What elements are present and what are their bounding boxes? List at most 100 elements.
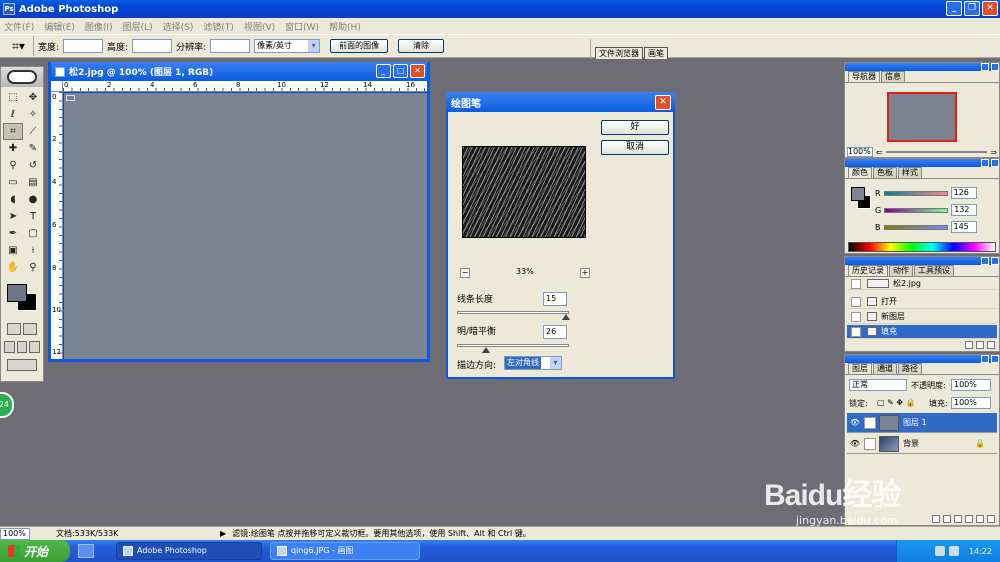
task-photoshop[interactable]: Adobe Photoshop bbox=[116, 542, 262, 560]
dialog-close-button[interactable]: ✕ bbox=[655, 95, 671, 110]
notes-tool-icon[interactable]: ▣ bbox=[3, 242, 23, 259]
layer-row-selected[interactable]: 👁 ✎ 图层 1 bbox=[847, 413, 997, 433]
adobe-eye-icon[interactable] bbox=[7, 70, 37, 84]
history-snapshot[interactable]: 松2.jpg bbox=[847, 278, 997, 290]
type-tool-icon[interactable]: T bbox=[23, 208, 43, 225]
menu-filter[interactable]: 滤镜(T) bbox=[203, 20, 234, 33]
clear-button[interactable]: 清除 bbox=[398, 39, 445, 53]
trash-icon[interactable] bbox=[987, 341, 995, 349]
tab-paths[interactable]: 路径 bbox=[898, 363, 922, 374]
history-source-checkbox[interactable] bbox=[851, 326, 861, 337]
tab-styles[interactable]: 样式 bbox=[898, 167, 922, 178]
foreground-color-swatch[interactable] bbox=[7, 284, 27, 302]
menu-view[interactable]: 视图(V) bbox=[244, 20, 275, 33]
palette-minimize-button[interactable] bbox=[981, 63, 989, 71]
history-source-checkbox[interactable] bbox=[851, 296, 861, 307]
visibility-eye-icon[interactable]: 👁 bbox=[849, 439, 861, 448]
screen-mode-3-icon[interactable] bbox=[29, 341, 41, 353]
menu-layer[interactable]: 图层(L) bbox=[123, 20, 153, 33]
menu-window[interactable]: 窗口(W) bbox=[285, 20, 319, 33]
eyedropper-tool-icon[interactable]: ⟊ bbox=[23, 242, 43, 259]
lasso-tool-icon[interactable]: ℓ bbox=[3, 106, 23, 123]
screen-mode-2-icon[interactable] bbox=[16, 341, 28, 353]
stroke-length-slider[interactable] bbox=[457, 311, 570, 320]
red-input[interactable]: 126 bbox=[950, 187, 977, 199]
history-item[interactable]: 打开 bbox=[847, 295, 997, 309]
vertical-ruler[interactable]: 0 2 4 6 8 10 12 bbox=[51, 92, 63, 359]
slice-tool-icon[interactable]: ⟋ bbox=[23, 123, 43, 140]
blend-mode-select[interactable]: 正常 bbox=[849, 379, 907, 391]
zoom-out-button[interactable]: − bbox=[460, 268, 470, 278]
visibility-eye-icon[interactable]: 👁 bbox=[849, 418, 861, 427]
color-spectrum[interactable] bbox=[848, 242, 996, 252]
navigator-zoom-input[interactable]: 100% bbox=[847, 147, 873, 157]
stamp-tool-icon[interactable]: ⚲ bbox=[3, 157, 23, 174]
zoom-out-icon[interactable]: ⇐ bbox=[876, 148, 883, 157]
menu-select[interactable]: 选择(S) bbox=[163, 20, 194, 33]
fill-input[interactable]: 100% bbox=[951, 397, 991, 409]
hand-tool-icon[interactable]: ✋ bbox=[3, 259, 23, 276]
task-paint[interactable]: qing6.JPG - 画图 bbox=[270, 542, 420, 560]
palette-close-button[interactable] bbox=[991, 63, 999, 71]
green-input[interactable]: 132 bbox=[951, 204, 978, 216]
filter-preview[interactable] bbox=[462, 146, 586, 238]
jump-to-imageready-icon[interactable] bbox=[7, 359, 37, 371]
history-source-checkbox[interactable] bbox=[851, 278, 861, 289]
lock-icons[interactable]: ▢ ✎ ✥ 🔒 bbox=[877, 398, 916, 407]
ruler-origin[interactable] bbox=[51, 81, 63, 92]
play-arrow-icon[interactable]: ▶ bbox=[220, 529, 226, 538]
zoom-in-icon[interactable]: ⇒ bbox=[990, 148, 997, 157]
healing-tool-icon[interactable]: ✚ bbox=[3, 140, 23, 157]
menu-help[interactable]: 帮助(H) bbox=[329, 20, 361, 33]
layer-link-icon[interactable] bbox=[864, 437, 876, 450]
navigator-preview[interactable] bbox=[887, 92, 957, 142]
gradient-tool-icon[interactable]: ▤ bbox=[23, 174, 43, 191]
tab-actions[interactable]: 动作 bbox=[889, 265, 913, 276]
light-dark-balance-slider[interactable] bbox=[457, 344, 569, 353]
standard-mode-icon[interactable] bbox=[7, 323, 21, 335]
zoom-tool-icon[interactable]: ⚲ bbox=[23, 259, 43, 276]
side-badge[interactable]: 24 bbox=[0, 392, 14, 418]
document-minimize-button[interactable]: _ bbox=[376, 64, 391, 78]
blue-input[interactable]: 145 bbox=[950, 221, 977, 233]
eraser-tool-icon[interactable]: ▭ bbox=[3, 174, 23, 191]
new-snapshot-icon[interactable] bbox=[976, 341, 984, 349]
stroke-direction-select[interactable]: 左对角线 bbox=[504, 356, 562, 370]
blur-tool-icon[interactable]: ◖ bbox=[3, 191, 23, 208]
path-select-tool-icon[interactable]: ➤ bbox=[3, 208, 23, 225]
document-canvas[interactable] bbox=[64, 93, 427, 359]
palette-minimize-button[interactable] bbox=[981, 355, 989, 363]
quick-launch-icon[interactable] bbox=[78, 544, 94, 558]
menu-image[interactable]: 图像(I) bbox=[85, 20, 113, 33]
navigator-zoom-slider[interactable] bbox=[885, 151, 988, 153]
red-slider[interactable] bbox=[883, 190, 948, 196]
crop-tool-icon[interactable]: ⌗▾ bbox=[4, 36, 34, 56]
menu-edit[interactable]: 编辑(E) bbox=[44, 20, 75, 33]
light-dark-balance-input[interactable]: 26 bbox=[543, 325, 567, 339]
green-slider[interactable] bbox=[884, 207, 949, 213]
stroke-length-input[interactable]: 15 bbox=[543, 292, 567, 306]
tab-navigator[interactable]: 导航器 bbox=[848, 71, 880, 82]
network-icon[interactable] bbox=[934, 546, 945, 556]
layer-brush-icon[interactable]: ✎ bbox=[864, 416, 876, 429]
tab-layers[interactable]: 图层 bbox=[848, 363, 872, 374]
document-maximize-button[interactable]: □ bbox=[393, 64, 408, 78]
tab-channels[interactable]: 通道 bbox=[873, 363, 897, 374]
crop-tool-active-icon[interactable]: ⌗ bbox=[3, 123, 23, 140]
palette-minimize-button[interactable] bbox=[981, 159, 989, 167]
front-image-button[interactable]: 前面的图像 bbox=[330, 39, 389, 53]
unit-select[interactable]: 像素/英寸 bbox=[254, 39, 321, 53]
start-button[interactable]: 开始 bbox=[0, 540, 70, 562]
zoom-in-button[interactable]: + bbox=[580, 268, 590, 278]
color-fg-swatch[interactable] bbox=[851, 187, 865, 201]
marquee-tool-icon[interactable]: ⬚ bbox=[3, 89, 23, 106]
palette-minimize-button[interactable] bbox=[981, 257, 989, 265]
palette-close-button[interactable] bbox=[991, 257, 999, 265]
palette-close-button[interactable] bbox=[991, 159, 999, 167]
width-input[interactable] bbox=[63, 39, 104, 53]
light-dark-balance-thumb[interactable] bbox=[482, 347, 490, 353]
brush-tool-icon[interactable]: ✎ bbox=[23, 140, 43, 157]
history-item[interactable]: 新图层 bbox=[847, 310, 997, 324]
tab-brushes[interactable]: 画笔 bbox=[644, 47, 668, 59]
document-close-button[interactable]: ✕ bbox=[410, 64, 425, 78]
